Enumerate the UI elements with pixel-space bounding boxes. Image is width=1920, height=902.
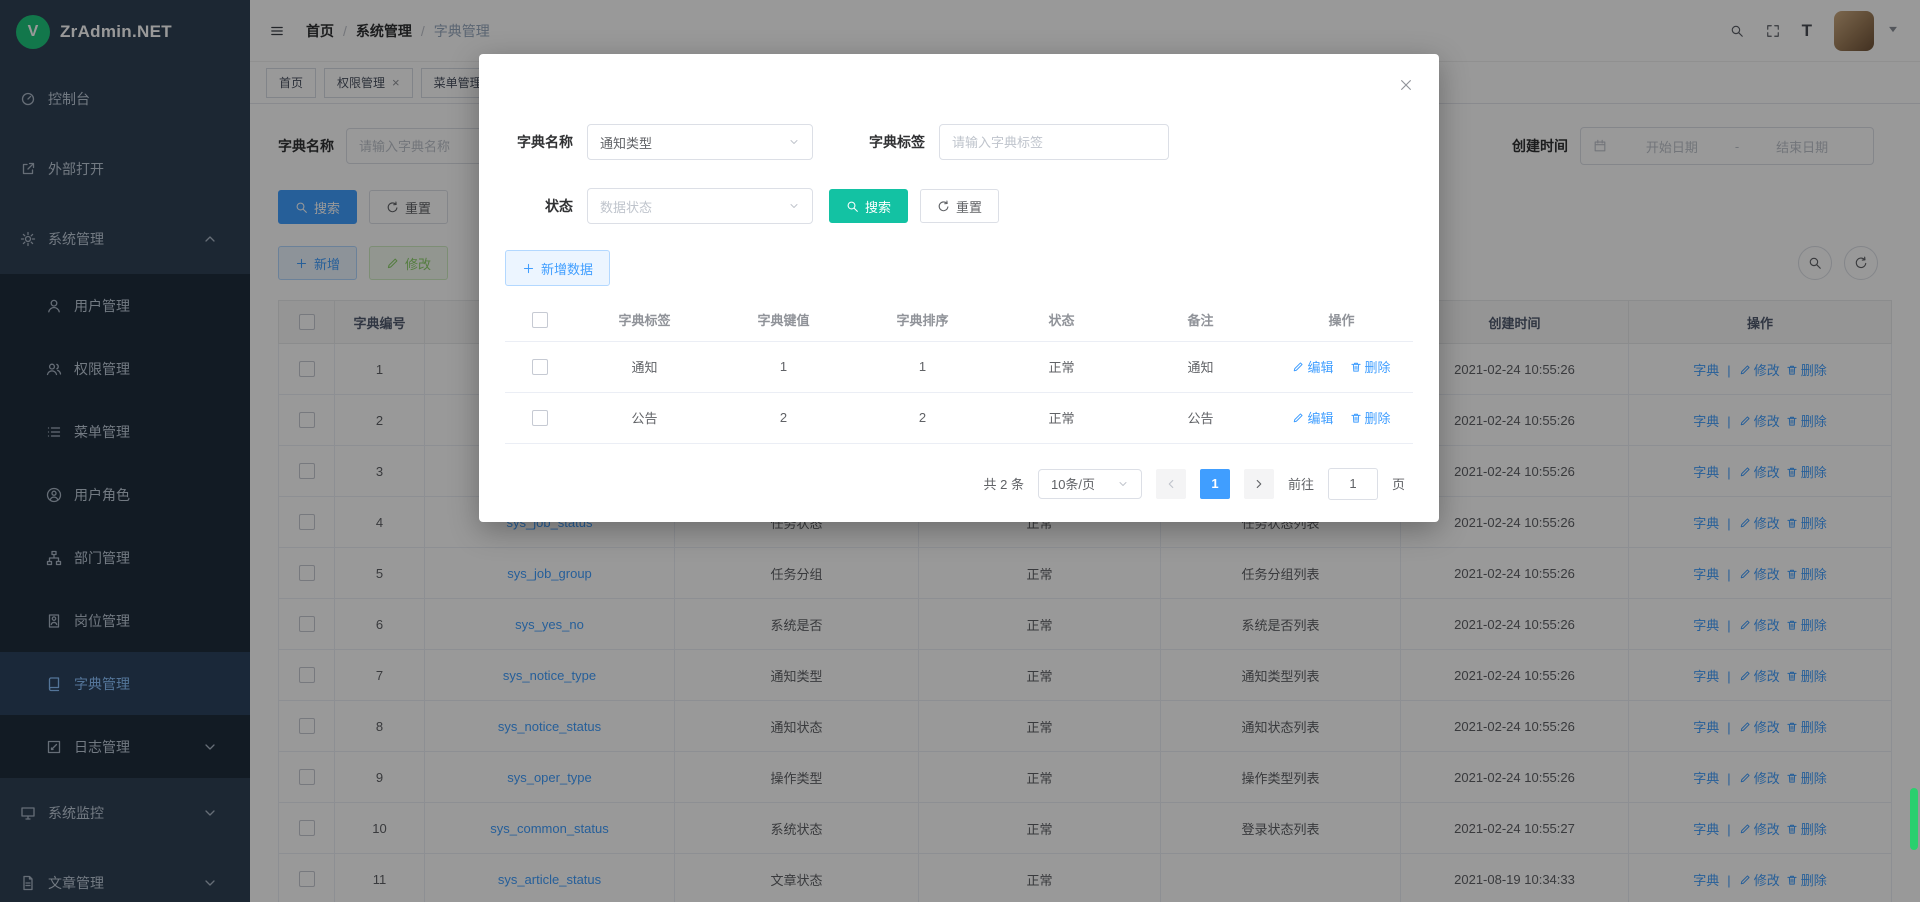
page-size-value: 10条/页 bbox=[1051, 474, 1095, 493]
chevron-right-icon bbox=[1252, 477, 1266, 491]
dialog-search-button[interactable]: 搜索 bbox=[829, 189, 908, 223]
column-header: 字典标签 bbox=[575, 298, 714, 341]
app-root: V ZrAdmin.NET 控制台外部打开系统管理用户管理权限管理菜单管理用户角… bbox=[0, 0, 1920, 902]
row-checkbox[interactable] bbox=[532, 359, 548, 375]
dialog-search-label: 搜索 bbox=[865, 197, 891, 216]
column-header: 字典键值 bbox=[714, 298, 853, 341]
add-data-button[interactable]: 新增数据 bbox=[505, 250, 610, 286]
status-select[interactable]: 数据状态 bbox=[587, 188, 813, 224]
dict-sort-cell: 1 bbox=[853, 341, 992, 392]
header-row: 字典标签字典键值字典排序状态备注操作 bbox=[505, 298, 1413, 341]
chevron-left-icon bbox=[1164, 477, 1178, 491]
next-page-button[interactable] bbox=[1244, 469, 1274, 499]
current-page-button[interactable]: 1 bbox=[1200, 469, 1230, 499]
chevron-down-icon bbox=[788, 200, 800, 212]
dialog-table-row: 通知11正常通知编辑删除 bbox=[505, 341, 1413, 392]
prev-page-button[interactable] bbox=[1156, 469, 1186, 499]
dict-data-table-body: 通知11正常通知编辑删除公告22正常公告编辑删除 bbox=[505, 341, 1413, 443]
refresh-icon bbox=[937, 200, 950, 213]
remark-cell: 通知 bbox=[1131, 341, 1270, 392]
goto-label: 前往 bbox=[1288, 474, 1314, 493]
dict-label-input[interactable] bbox=[939, 124, 1169, 160]
select-all-checkbox[interactable] bbox=[532, 312, 548, 328]
trash-icon bbox=[1350, 412, 1362, 424]
edit-link[interactable]: 编辑 bbox=[1292, 360, 1333, 375]
plus-icon bbox=[522, 262, 535, 275]
add-data-label: 新增数据 bbox=[541, 259, 593, 278]
dict-value-cell: 1 bbox=[714, 341, 853, 392]
delete-link[interactable]: 删除 bbox=[1350, 360, 1391, 375]
dict-data-table: 字典标签字典键值字典排序状态备注操作 通知11正常通知编辑删除公告22正常公告编… bbox=[505, 298, 1413, 444]
dialog-reset-label: 重置 bbox=[956, 197, 982, 216]
status-cell: 正常 bbox=[992, 341, 1131, 392]
chevron-down-icon bbox=[1117, 478, 1129, 490]
dict-label-cell: 通知 bbox=[575, 341, 714, 392]
delete-link[interactable]: 删除 bbox=[1350, 411, 1391, 426]
pagination: 共 2 条 10条/页 1 前往 页 bbox=[505, 468, 1413, 500]
dialog-table-row: 公告22正常公告编辑删除 bbox=[505, 392, 1413, 443]
remark-cell: 公告 bbox=[1131, 392, 1270, 443]
dialog-dict-label-label: 字典标签 bbox=[857, 132, 925, 152]
scrollbar-thumb[interactable] bbox=[1910, 788, 1918, 850]
dialog-reset-button[interactable]: 重置 bbox=[920, 189, 999, 223]
trash-icon bbox=[1350, 361, 1362, 373]
dialog-filter-row-2: 状态 数据状态 搜索 重置 bbox=[505, 188, 1413, 224]
select-all-cell bbox=[505, 298, 575, 341]
column-header: 状态 bbox=[992, 298, 1131, 341]
dict-data-table-header: 字典标签字典键值字典排序状态备注操作 bbox=[505, 298, 1413, 341]
close-icon bbox=[1399, 78, 1413, 92]
column-header: 操作 bbox=[1270, 298, 1413, 341]
pagination-total: 共 2 条 bbox=[984, 474, 1024, 493]
dialog-close-button[interactable] bbox=[1399, 78, 1413, 97]
dict-name-select[interactable]: 通知类型 bbox=[587, 124, 813, 160]
dict-sort-cell: 2 bbox=[853, 392, 992, 443]
goto-page-input[interactable] bbox=[1328, 468, 1378, 500]
status-select-placeholder: 数据状态 bbox=[600, 197, 652, 216]
search-icon bbox=[846, 200, 859, 213]
dict-label-cell: 公告 bbox=[575, 392, 714, 443]
pencil-icon bbox=[1292, 361, 1304, 373]
column-header: 备注 bbox=[1131, 298, 1270, 341]
page-unit-label: 页 bbox=[1392, 474, 1405, 493]
pencil-icon bbox=[1292, 412, 1304, 424]
dict-value-cell: 2 bbox=[714, 392, 853, 443]
chevron-down-icon bbox=[788, 136, 800, 148]
dialog-dict-name-label: 字典名称 bbox=[505, 132, 573, 152]
dialog-status-label: 状态 bbox=[505, 196, 573, 216]
page-size-select[interactable]: 10条/页 bbox=[1038, 469, 1142, 499]
dict-name-select-value: 通知类型 bbox=[600, 133, 652, 152]
dialog-filter-row-1: 字典名称 通知类型 字典标签 bbox=[505, 124, 1413, 160]
status-cell: 正常 bbox=[992, 392, 1131, 443]
row-checkbox[interactable] bbox=[532, 410, 548, 426]
edit-link[interactable]: 编辑 bbox=[1292, 411, 1333, 426]
dict-data-dialog: 字典名称 通知类型 字典标签 状态 数据状态 搜索 重置 新增数据 字典标签字典… bbox=[479, 54, 1439, 522]
column-header: 字典排序 bbox=[853, 298, 992, 341]
